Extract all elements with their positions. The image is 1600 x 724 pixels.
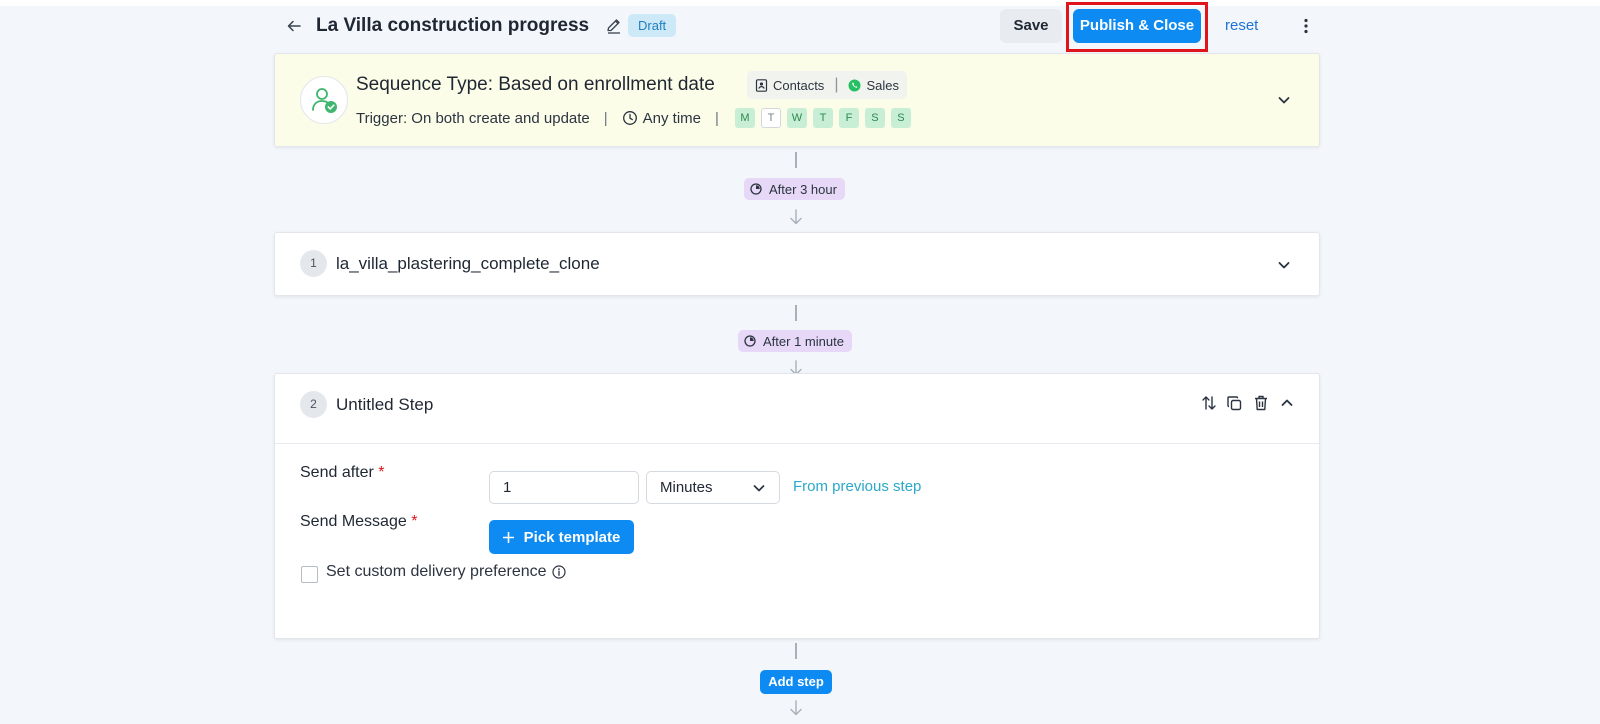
time-unit-value: Minutes xyxy=(660,479,713,496)
chevron-down-icon xyxy=(753,484,765,491)
day-chip: S xyxy=(890,108,911,128)
plus-icon xyxy=(502,531,514,543)
delete-button[interactable] xyxy=(1252,393,1269,413)
arrow-down-icon xyxy=(790,700,802,716)
time-label: Any time xyxy=(642,109,702,127)
delay-pill: After 1 minute xyxy=(738,330,852,352)
pencil-icon xyxy=(607,19,620,34)
day-chip: W xyxy=(786,108,807,128)
whatsapp-icon xyxy=(848,79,861,91)
add-step-button[interactable]: Add step xyxy=(760,670,832,694)
publish-highlight-box: Publish & Close xyxy=(1066,2,1208,52)
trigger-label: Trigger: On both create and update xyxy=(356,109,590,127)
save-button[interactable]: Save xyxy=(1000,9,1062,43)
sales-chip: Sales xyxy=(848,78,899,93)
send-message-label: Send Message * xyxy=(300,513,417,531)
sales-chip-label: Sales xyxy=(866,77,899,93)
from-previous-step-text: From previous step xyxy=(793,478,922,495)
trigger-divider: | xyxy=(603,109,608,127)
channel-chips: Contacts | Sales xyxy=(747,71,907,99)
time-divider: | xyxy=(715,109,719,127)
connector-line xyxy=(795,305,797,321)
send-message-text: Send Message xyxy=(300,513,407,530)
chevron-down-icon[interactable] xyxy=(1275,91,1293,109)
chevron-down-icon[interactable] xyxy=(1275,256,1293,274)
contacts-book-icon xyxy=(755,78,768,92)
status-badge: Draft xyxy=(628,14,677,37)
arrow-down-icon xyxy=(790,209,802,225)
day-chip: T xyxy=(760,108,781,128)
delay-label: After 1 minute xyxy=(763,333,844,349)
info-icon[interactable] xyxy=(551,565,566,579)
step-name: Untitled Step xyxy=(336,395,434,414)
delay-label: After 3 hour xyxy=(769,181,837,197)
required-mark: * xyxy=(378,464,385,481)
sequence-type-card[interactable]: Sequence Type: Based on enrollment date … xyxy=(274,53,1320,147)
contacts-chip-label: Contacts xyxy=(773,77,825,93)
page-title: La Villa construction progress xyxy=(316,15,590,36)
user-check-icon xyxy=(312,88,337,113)
day-chip: S xyxy=(864,108,885,128)
send-after-label: Send after * xyxy=(300,464,385,482)
step-number: 2 xyxy=(300,391,327,418)
time-unit-select[interactable]: Minutes xyxy=(646,471,780,504)
step-card-expanded: 2 Untitled Step Send after * Minutes Fro… xyxy=(274,373,1320,639)
custom-delivery-label: Set custom delivery preference xyxy=(326,563,547,580)
delay-pill: After 3 hour xyxy=(744,178,845,200)
sequence-type-label: Sequence Type: Based on enrollment date xyxy=(356,74,715,95)
step-actions xyxy=(1200,393,1295,413)
copy-icon xyxy=(1227,395,1242,410)
active-days: M T W T F S S xyxy=(734,108,911,128)
step-header[interactable]: 2 Untitled Step xyxy=(275,374,1319,444)
swap-vertical-icon xyxy=(1201,396,1216,410)
contacts-chip: Contacts xyxy=(755,78,824,93)
custom-delivery-row: Set custom delivery preference xyxy=(326,563,566,581)
pick-template-label: Pick template xyxy=(523,528,621,546)
connector-line xyxy=(795,643,797,659)
chevron-up-icon xyxy=(1281,399,1292,406)
more-options-button[interactable] xyxy=(1298,14,1314,38)
kebab-menu-icon xyxy=(1304,18,1308,34)
step-card[interactable]: 1 la_villa_plastering_complete_clone xyxy=(274,232,1320,296)
collapse-button[interactable] xyxy=(1278,393,1295,413)
page-header: La Villa construction progress Draft Sav… xyxy=(274,2,1320,52)
edit-title-button[interactable] xyxy=(604,16,624,36)
duplicate-button[interactable] xyxy=(1226,393,1243,413)
sequence-avatar xyxy=(300,76,348,124)
arrow-left-icon xyxy=(287,20,301,32)
trigger-row: Trigger: On both create and update | Any… xyxy=(356,108,911,128)
chip-divider: | xyxy=(834,76,839,93)
pick-template-button[interactable]: Pick template xyxy=(489,520,634,554)
send-after-text: Send after xyxy=(300,464,374,481)
clock-icon xyxy=(622,111,637,125)
connector-line xyxy=(795,152,797,168)
day-chip: F xyxy=(838,108,859,128)
reorder-button[interactable] xyxy=(1200,393,1217,413)
timer-icon xyxy=(744,335,756,347)
step-name: la_villa_plastering_complete_clone xyxy=(336,254,600,273)
timer-icon xyxy=(750,183,762,195)
step-number: 1 xyxy=(300,250,327,277)
day-chip: T xyxy=(812,108,833,128)
day-chip: M xyxy=(734,108,755,128)
publish-close-button[interactable]: Publish & Close xyxy=(1073,9,1201,43)
send-after-input[interactable] xyxy=(489,471,639,504)
reset-link[interactable]: reset xyxy=(1225,17,1258,34)
custom-delivery-checkbox[interactable] xyxy=(301,566,318,583)
trash-icon xyxy=(1254,395,1267,411)
required-mark: * xyxy=(411,513,418,530)
back-button[interactable] xyxy=(282,14,306,38)
